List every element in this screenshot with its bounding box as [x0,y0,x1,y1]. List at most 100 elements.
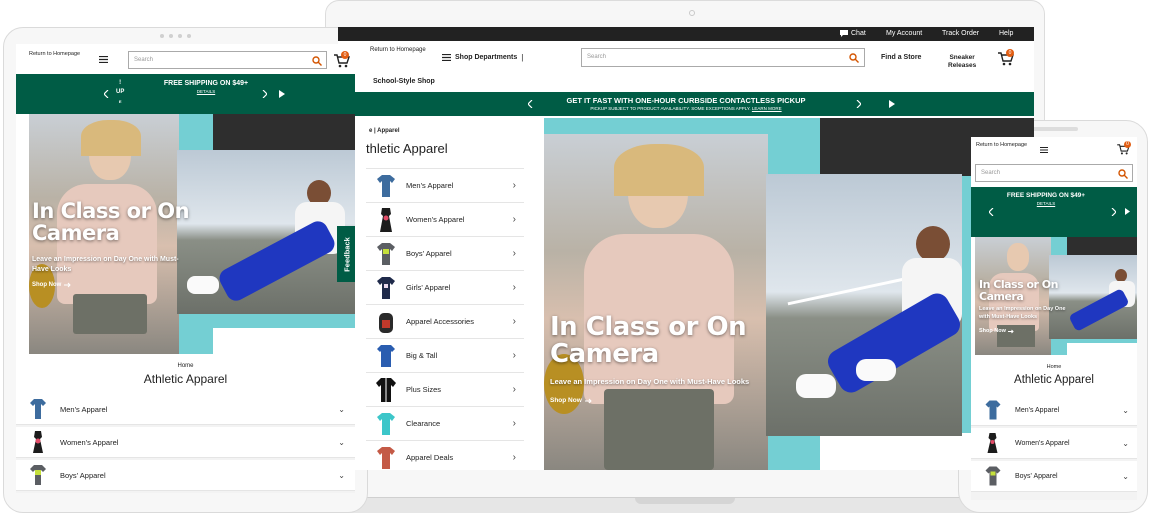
category-row-boys[interactable]: Boys' Apparel ⌄ [16,460,355,491]
search-input[interactable]: Search [975,164,1133,182]
search-input[interactable]: Search [128,51,327,69]
chevron-right-icon: › [512,452,516,463]
sneaker-releases-link[interactable]: Sneaker Releases [948,54,976,70]
feedback-tab[interactable]: Feedback [337,226,355,282]
hero-shop-now-link[interactable]: Shop Now [979,328,1014,334]
category-row-boys[interactable]: Boys' Apparel ⌄ [971,461,1137,492]
tablet-sensor [160,34,191,38]
cart-count-badge: 0 [341,51,349,59]
promo-title: FREE SHIPPING ON $49+ [1006,192,1086,199]
play-icon[interactable] [889,100,895,108]
chevron-right-icon: › [512,350,516,361]
promo-details-link[interactable]: DETAILS [971,201,1121,206]
category-list: Men's Apparel ⌄ Women's Apparel ⌄ Boys' Ap… [16,394,355,493]
hero-photo-boy [766,174,965,436]
hero-title: In Class or On Camera [32,199,190,246]
promo-details-link[interactable]: LEARN MORE [752,106,782,111]
search-icon[interactable] [312,56,322,66]
promo-subtext: PICKUP SUBJECT TO PRODUCT AVAILABILITY. … [590,106,782,111]
chevron-right-icon: › [512,384,516,395]
chevron-right-icon[interactable] [262,90,267,98]
chevron-right-icon: › [512,248,516,259]
hero-photo-boy [177,150,355,314]
chevron-right-icon[interactable] [1111,208,1116,216]
laptop-screen: Chat My Account Track Order Help Return … [338,27,1034,470]
breadcrumb[interactable]: Home [971,364,1137,370]
breadcrumb[interactable]: Home [16,363,355,369]
hero-title: In Class or On Camera [979,278,1058,303]
category-row-deals[interactable]: Apparel Deals › [366,441,524,470]
chevron-left-icon[interactable] [104,90,109,98]
big-tall-shirt-image [377,344,395,367]
search-icon[interactable] [849,53,859,63]
category-row-mens[interactable]: Men's Apparel › [366,169,524,203]
category-row-womens[interactable]: Women's Apparel ⌄ [16,427,355,458]
cart-count-badge: 0 [1124,141,1131,148]
hero-subtitle: Leave an Impression on Day One with Must-… [979,306,1066,320]
page-title: Athletic Apparel [1014,374,1094,386]
play-icon[interactable] [1125,208,1130,215]
hamburger-icon[interactable] [99,56,108,63]
chevron-down-icon: ⌄ [1122,471,1129,481]
page-title: thletic Apparel [366,141,448,156]
category-list: Men's Apparel ⌄ Women's Apparel ⌄ Boys' Ap… [971,395,1137,500]
find-store-link[interactable]: Find a Store [881,54,921,61]
chevron-down-icon: ⌄ [1122,405,1129,415]
return-home-link[interactable]: Return to Homepage [976,142,1027,148]
help-link[interactable]: Help [999,30,1013,37]
category-row-mens[interactable]: Men's Apparel ⌄ [971,395,1137,426]
category-row-clearance[interactable]: Clearance › [366,407,524,441]
womens-shirt-image [987,433,998,453]
backpack-image [379,312,393,333]
hero-banner[interactable]: In Class or On Camera Leave an Impression… [544,118,1034,470]
category-row-boys[interactable]: Boys' Apparel › [366,237,524,271]
return-home-link[interactable]: Return to Homepage [29,51,80,57]
chevron-right-icon: › [512,316,516,327]
arrow-right-icon [1007,329,1014,333]
category-row-big-tall[interactable]: Big & Tall › [366,339,524,373]
breadcrumb: e | Apparel [369,128,400,134]
chevron-left-icon[interactable] [989,208,994,216]
deals-shirt-image [377,446,395,469]
hero-banner[interactable]: In Class or On Camera Leave an Impression… [29,114,355,354]
hero-shop-now-link[interactable]: Shop Now [550,397,592,404]
search-input[interactable]: Search [581,48,865,67]
chevron-right-icon[interactable] [856,100,861,108]
shop-departments-menu[interactable]: Shop Departments | [442,53,523,62]
page-title: Athletic Apparel [143,372,228,386]
category-row-accessories[interactable]: Apparel Accessories › [366,305,524,339]
hamburger-icon[interactable] [1040,147,1048,153]
mens-shirt-image [30,399,46,419]
category-row-womens[interactable]: Women's Apparel ⌄ [971,428,1137,459]
play-icon[interactable] [279,90,285,98]
utility-bar: Chat My Account Track Order Help [338,27,1034,41]
phone-screen: Return to Homepage 0 Search FREE SHIPPIN… [971,137,1137,500]
chevron-right-icon: › [512,214,516,225]
chevron-right-icon: › [512,418,516,429]
hero-shop-now-link[interactable]: Shop Now [32,282,72,288]
boys-shirt-image [377,242,395,265]
promo-banner: ! UP E FREE SHIPPING ON $49+ DETAILS [16,74,355,114]
mens-shirt-image [377,174,395,197]
chevron-down-icon: ⌄ [338,404,345,414]
category-row-plus[interactable]: Plus Sizes › [366,373,524,407]
category-row-womens[interactable]: Women's Apparel › [366,203,524,237]
promo-title: GET IT FAST WITH ONE-HOUR CURBSIDE CONTA… [566,96,806,105]
clearance-shirt-image [377,412,395,435]
mens-shirt-image [985,400,1001,420]
hero-banner[interactable]: In Class or On Camera Leave an Impression… [975,237,1137,355]
arrow-right-icon [64,282,72,288]
boys-shirt-image [30,465,46,485]
return-home-link[interactable]: Return to Homepage [370,47,426,53]
boys-shirt-image [985,466,1001,486]
track-order-link[interactable]: Track Order [942,30,979,37]
cart-count-badge: 0 [1006,49,1014,57]
chat-icon [840,30,848,37]
chat-link[interactable]: Chat [840,30,866,37]
search-icon[interactable] [1118,169,1128,179]
my-account-link[interactable]: My Account [886,30,922,37]
category-row-mens[interactable]: Men's Apparel ⌄ [16,394,355,425]
category-row-girls[interactable]: Girls' Apparel › [366,271,524,305]
chevron-right-icon: › [512,282,516,293]
school-style-shop-link[interactable]: School-Style Shop [373,78,435,85]
